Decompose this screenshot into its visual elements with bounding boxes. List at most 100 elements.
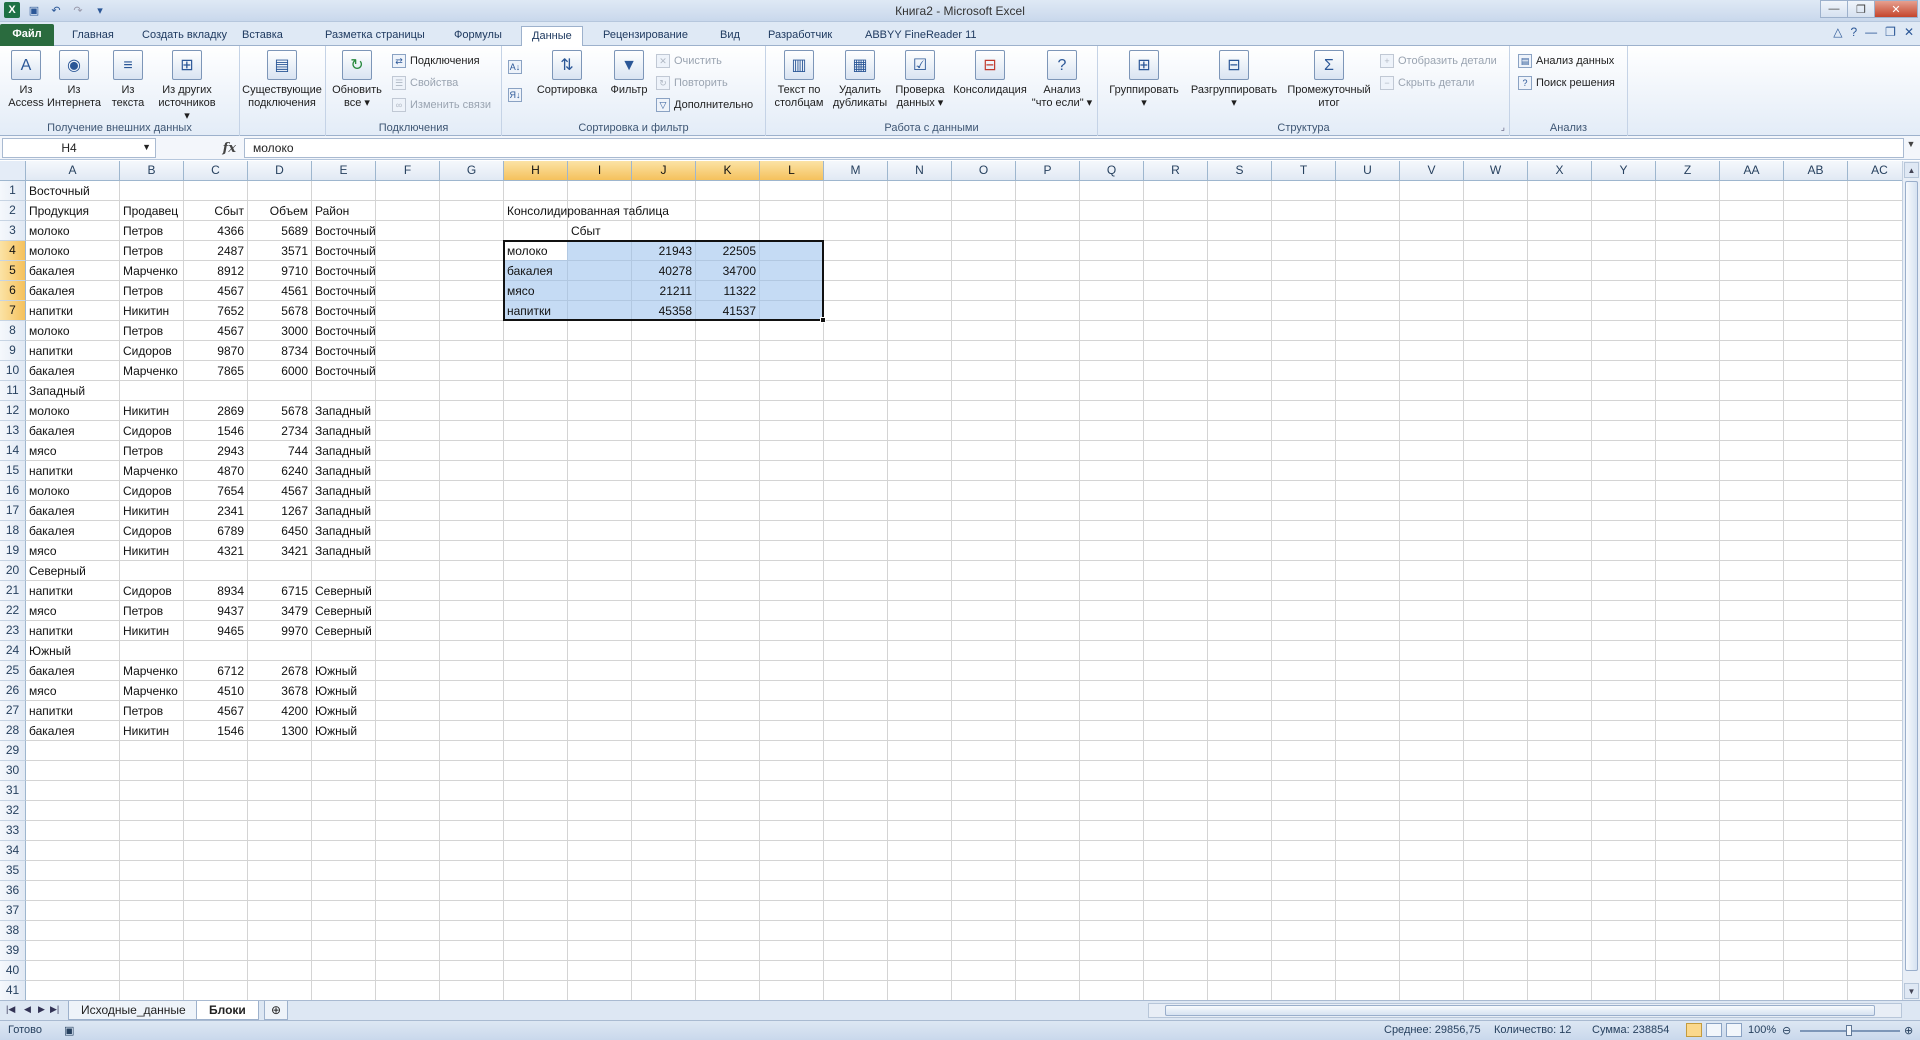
row-header-13[interactable]: 13: [0, 421, 26, 441]
row-header-9[interactable]: 9: [0, 341, 26, 361]
cell-a11[interactable]: Западный: [26, 381, 308, 401]
minimize-ribbon-icon[interactable]: △: [1833, 25, 1842, 39]
cell-k7[interactable]: 41537: [696, 301, 759, 321]
cell-d9[interactable]: 8734: [248, 341, 311, 361]
cell-a24[interactable]: Южный: [26, 641, 308, 661]
column-header-u[interactable]: U: [1336, 161, 1400, 181]
cell-a28[interactable]: бакалея: [26, 721, 119, 741]
cell-a19[interactable]: мясо: [26, 541, 119, 561]
cell-b28[interactable]: Никитин: [120, 721, 183, 741]
cell-d16[interactable]: 4567: [248, 481, 311, 501]
first-sheet-icon[interactable]: |◀: [6, 1004, 15, 1015]
column-header-h[interactable]: H: [504, 161, 568, 181]
cell-d21[interactable]: 6715: [248, 581, 311, 601]
row-header-3[interactable]: 3: [0, 221, 26, 241]
row-header-2[interactable]: 2: [0, 201, 26, 221]
clear-filter-button[interactable]: ✕ Очистить: [656, 54, 722, 68]
cell-e9[interactable]: Восточный: [312, 341, 504, 361]
row-header-16[interactable]: 16: [0, 481, 26, 501]
row-header-25[interactable]: 25: [0, 661, 26, 681]
column-header-i[interactable]: I: [568, 161, 632, 181]
row-header-17[interactable]: 17: [0, 501, 26, 521]
cell-c25[interactable]: 6712: [184, 661, 247, 681]
column-header-ab[interactable]: AB: [1784, 161, 1848, 181]
from-web-button[interactable]: ◉ Из Интернета: [44, 50, 104, 110]
normal-view-icon[interactable]: [1686, 1023, 1702, 1037]
cell-c26[interactable]: 4510: [184, 681, 247, 701]
row-header-18[interactable]: 18: [0, 521, 26, 541]
cell-e3[interactable]: Восточный: [312, 221, 504, 241]
cell-e14[interactable]: Западный: [312, 441, 504, 461]
existing-connections-button[interactable]: ▤ Существующие подключения: [240, 50, 324, 110]
column-header-z[interactable]: Z: [1656, 161, 1720, 181]
cell-a2[interactable]: Продукция: [26, 201, 119, 221]
cell-c2[interactable]: Сбыт: [184, 201, 247, 221]
text-to-columns-button[interactable]: ▥ Текст по столбцам: [770, 50, 828, 110]
row-header-5[interactable]: 5: [0, 261, 26, 281]
cell-d25[interactable]: 2678: [248, 661, 311, 681]
row-header-24[interactable]: 24: [0, 641, 26, 661]
tab-formulas[interactable]: Формулы: [444, 26, 512, 46]
row-header-14[interactable]: 14: [0, 441, 26, 461]
row-header-6[interactable]: 6: [0, 281, 26, 301]
cell-i3[interactable]: Сбыт: [568, 221, 760, 241]
column-header-c[interactable]: C: [184, 161, 248, 181]
row-header-36[interactable]: 36: [0, 881, 26, 901]
row-header-23[interactable]: 23: [0, 621, 26, 641]
sheet-tab-blocks[interactable]: Блоки: [196, 1001, 259, 1020]
cell-e10[interactable]: Восточный: [312, 361, 504, 381]
cell-k5[interactable]: 34700: [696, 261, 759, 281]
row-header-30[interactable]: 30: [0, 761, 26, 781]
horizontal-scroll-thumb[interactable]: [1165, 1005, 1875, 1016]
last-sheet-icon[interactable]: ▶|: [50, 1004, 59, 1015]
cell-e22[interactable]: Северный: [312, 601, 504, 621]
prev-sheet-icon[interactable]: ◀: [24, 1004, 31, 1015]
data-analysis-button[interactable]: ▤ Анализ данных: [1518, 54, 1614, 68]
cell-a25[interactable]: бакалея: [26, 661, 119, 681]
cell-b19[interactable]: Никитин: [120, 541, 183, 561]
cell-a9[interactable]: напитки: [26, 341, 119, 361]
sheet-tab-source-data[interactable]: Исходные_данные: [68, 1001, 199, 1020]
row-header-37[interactable]: 37: [0, 901, 26, 921]
cell-d13[interactable]: 2734: [248, 421, 311, 441]
column-header-f[interactable]: F: [376, 161, 440, 181]
column-header-q[interactable]: Q: [1080, 161, 1144, 181]
cell-a10[interactable]: бакалея: [26, 361, 119, 381]
select-all-corner[interactable]: [0, 161, 26, 181]
cell-c5[interactable]: 8912: [184, 261, 247, 281]
cell-a15[interactable]: напитки: [26, 461, 119, 481]
cell-b12[interactable]: Никитин: [120, 401, 183, 421]
cell-a1[interactable]: Восточный: [26, 181, 308, 201]
cell-e23[interactable]: Северный: [312, 621, 504, 641]
row-header-39[interactable]: 39: [0, 941, 26, 961]
cell-e12[interactable]: Западный: [312, 401, 504, 421]
from-other-sources-button[interactable]: ⊞ Из других источников ▾: [156, 50, 218, 123]
from-text-button[interactable]: ≡ Из текста: [106, 50, 150, 110]
cell-d22[interactable]: 3479: [248, 601, 311, 621]
insert-sheet-icon[interactable]: ⊕: [264, 1001, 289, 1020]
cell-b25[interactable]: Марченко: [120, 661, 183, 681]
advanced-filter-button[interactable]: ▽ Дополнительно: [656, 98, 753, 112]
cell-a16[interactable]: молоко: [26, 481, 119, 501]
formula-input[interactable]: молоко: [244, 138, 1904, 158]
cell-e15[interactable]: Западный: [312, 461, 504, 481]
doc-minimize-icon[interactable]: —: [1865, 25, 1877, 39]
page-break-view-icon[interactable]: [1726, 1023, 1742, 1037]
column-header-g[interactable]: G: [440, 161, 504, 181]
maximize-button[interactable]: ❐: [1847, 0, 1875, 18]
cell-e21[interactable]: Северный: [312, 581, 504, 601]
cell-b10[interactable]: Марченко: [120, 361, 183, 381]
cell-e4[interactable]: Восточный: [312, 241, 504, 261]
cell-e17[interactable]: Западный: [312, 501, 504, 521]
fill-handle[interactable]: [820, 317, 826, 323]
doc-close-icon[interactable]: ✕: [1904, 25, 1914, 39]
row-header-40[interactable]: 40: [0, 961, 26, 981]
cell-b9[interactable]: Сидоров: [120, 341, 183, 361]
column-header-a[interactable]: A: [26, 161, 120, 181]
row-header-27[interactable]: 27: [0, 701, 26, 721]
cell-b15[interactable]: Марченко: [120, 461, 183, 481]
cell-a13[interactable]: бакалея: [26, 421, 119, 441]
cell-b6[interactable]: Петров: [120, 281, 183, 301]
outline-dialog-launcher-icon[interactable]: ⌟: [1501, 122, 1505, 133]
cell-d8[interactable]: 3000: [248, 321, 311, 341]
